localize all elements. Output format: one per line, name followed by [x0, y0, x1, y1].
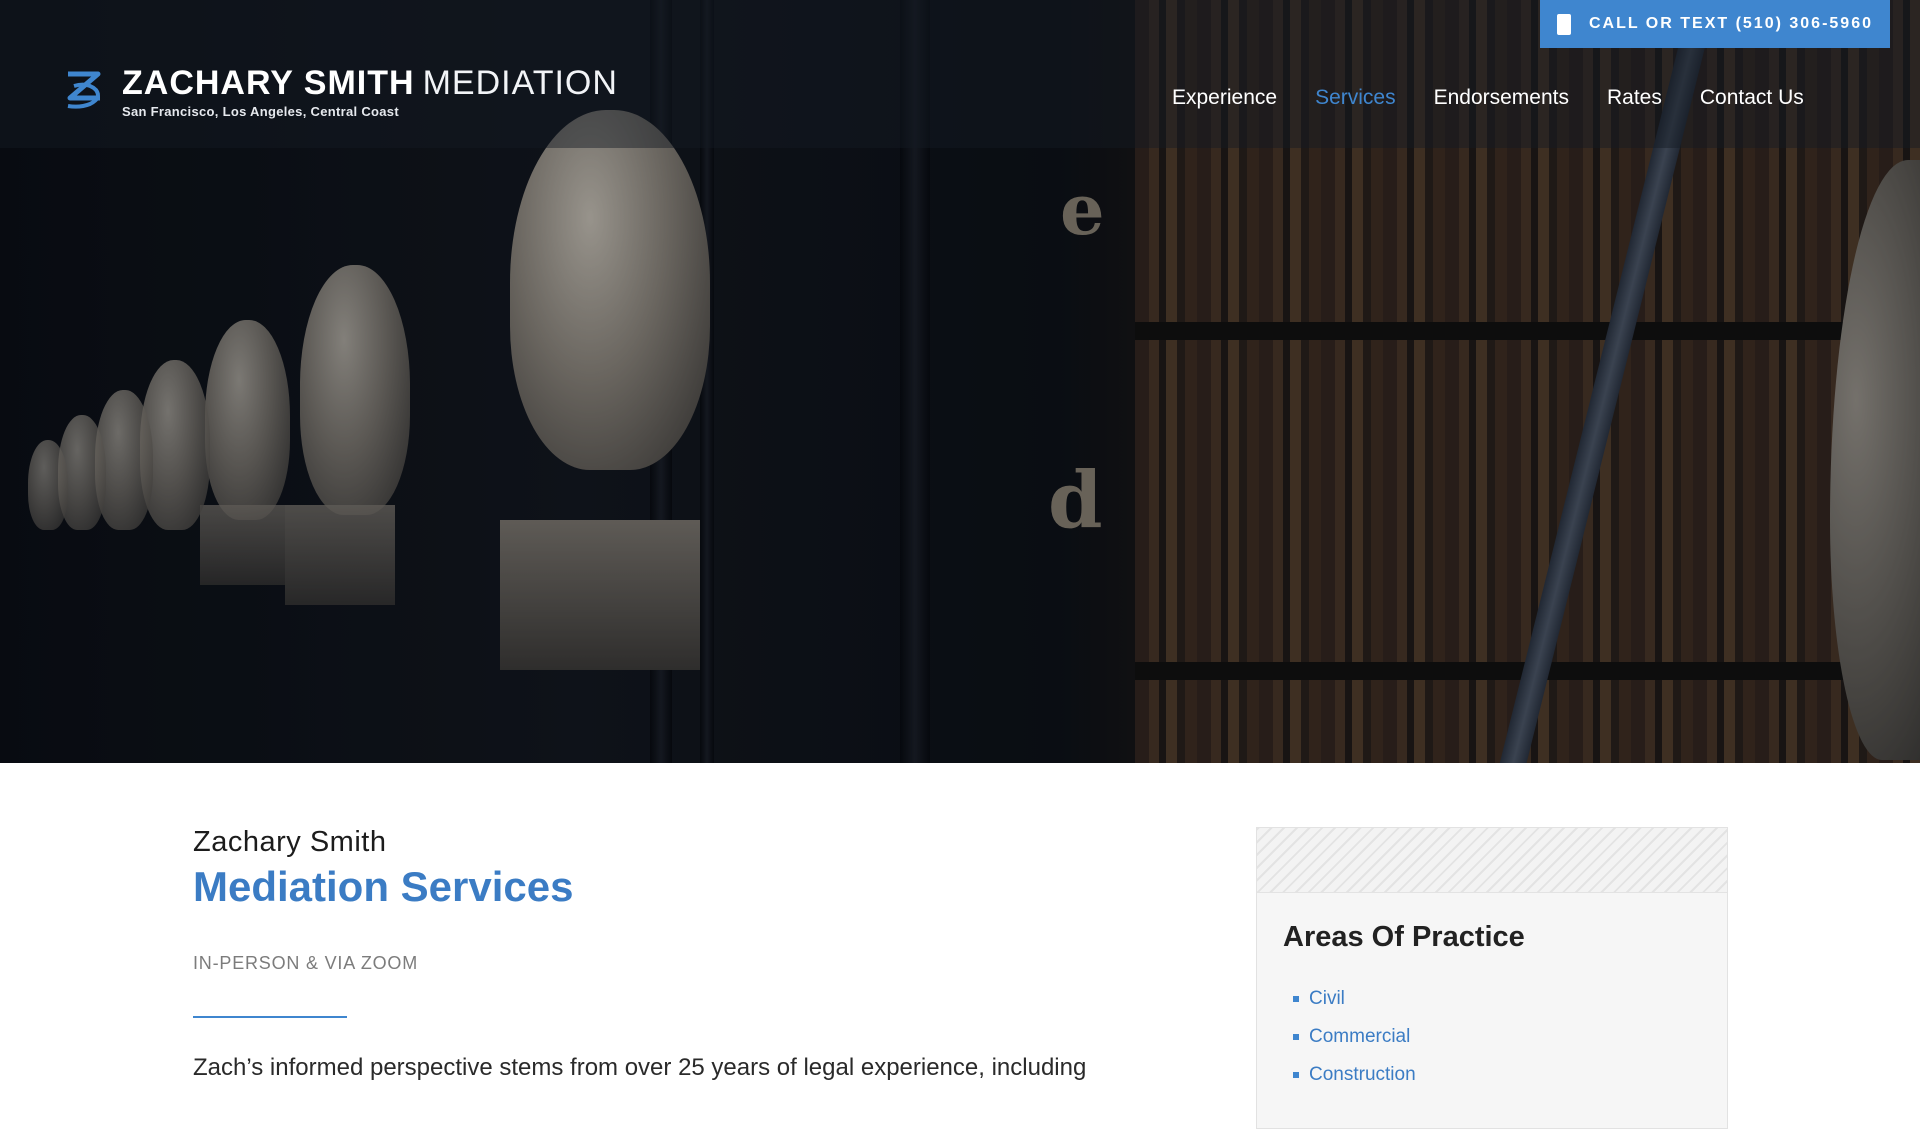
- practice-item-label: Civil: [1309, 988, 1345, 1009]
- page-title: Mediation Services: [193, 863, 574, 910]
- page-eyebrow: Zachary Smith: [193, 826, 387, 858]
- intro-paragraph: Zach’s informed perspective stems from o…: [193, 1054, 1087, 1081]
- nav-endorsements[interactable]: Endorsements: [1434, 86, 1569, 110]
- brand-locations: San Francisco, Los Angeles, Central Coas…: [122, 104, 399, 119]
- main-nav: Experience Services Endorsements Rates C…: [1172, 86, 1842, 110]
- practice-list: Civil Commercial Construction: [1293, 980, 1727, 1094]
- brand-suffix: MEDIATION: [422, 64, 618, 102]
- site-logo[interactable]: ZACHARY SMITH MEDIATION San Francisco, Lo…: [62, 64, 618, 119]
- mobile-phone-icon: [1556, 13, 1571, 35]
- practice-item-commercial[interactable]: Commercial: [1293, 1018, 1727, 1056]
- title-divider: [193, 1016, 347, 1018]
- logo-title: ZACHARY SMITH MEDIATION: [122, 64, 618, 102]
- nav-contact-us[interactable]: Contact Us: [1700, 86, 1804, 110]
- practice-item-civil[interactable]: Civil: [1293, 980, 1727, 1018]
- bullet-square-icon: [1293, 1072, 1299, 1078]
- bullet-square-icon: [1293, 996, 1299, 1002]
- nav-experience[interactable]: Experience: [1172, 86, 1277, 110]
- call-or-text-button[interactable]: CALL OR TEXT (510) 306-5960: [1540, 0, 1890, 48]
- call-button-label: CALL OR TEXT (510) 306-5960: [1588, 15, 1873, 32]
- practice-item-construction[interactable]: Construction: [1293, 1056, 1727, 1094]
- bullet-square-icon: [1293, 1034, 1299, 1040]
- areas-of-practice-panel: Areas Of Practice Civil Commercial Const…: [1256, 827, 1728, 1129]
- practice-item-label: Commercial: [1309, 1026, 1411, 1047]
- panel-hatch-header: [1257, 828, 1727, 893]
- practice-item-label: Construction: [1309, 1064, 1416, 1085]
- nav-services[interactable]: Services: [1315, 86, 1396, 110]
- brand-name: ZACHARY SMITH: [122, 64, 415, 102]
- sidebar-heading: Areas Of Practice: [1283, 921, 1525, 953]
- zs-monogram-icon: [67, 71, 101, 109]
- nav-rates[interactable]: Rates: [1607, 86, 1662, 110]
- page-tagline: IN-PERSON & VIA ZOOM: [193, 953, 419, 973]
- main-content: Zachary Smith Mediation Services IN-PERS…: [193, 826, 1193, 1082]
